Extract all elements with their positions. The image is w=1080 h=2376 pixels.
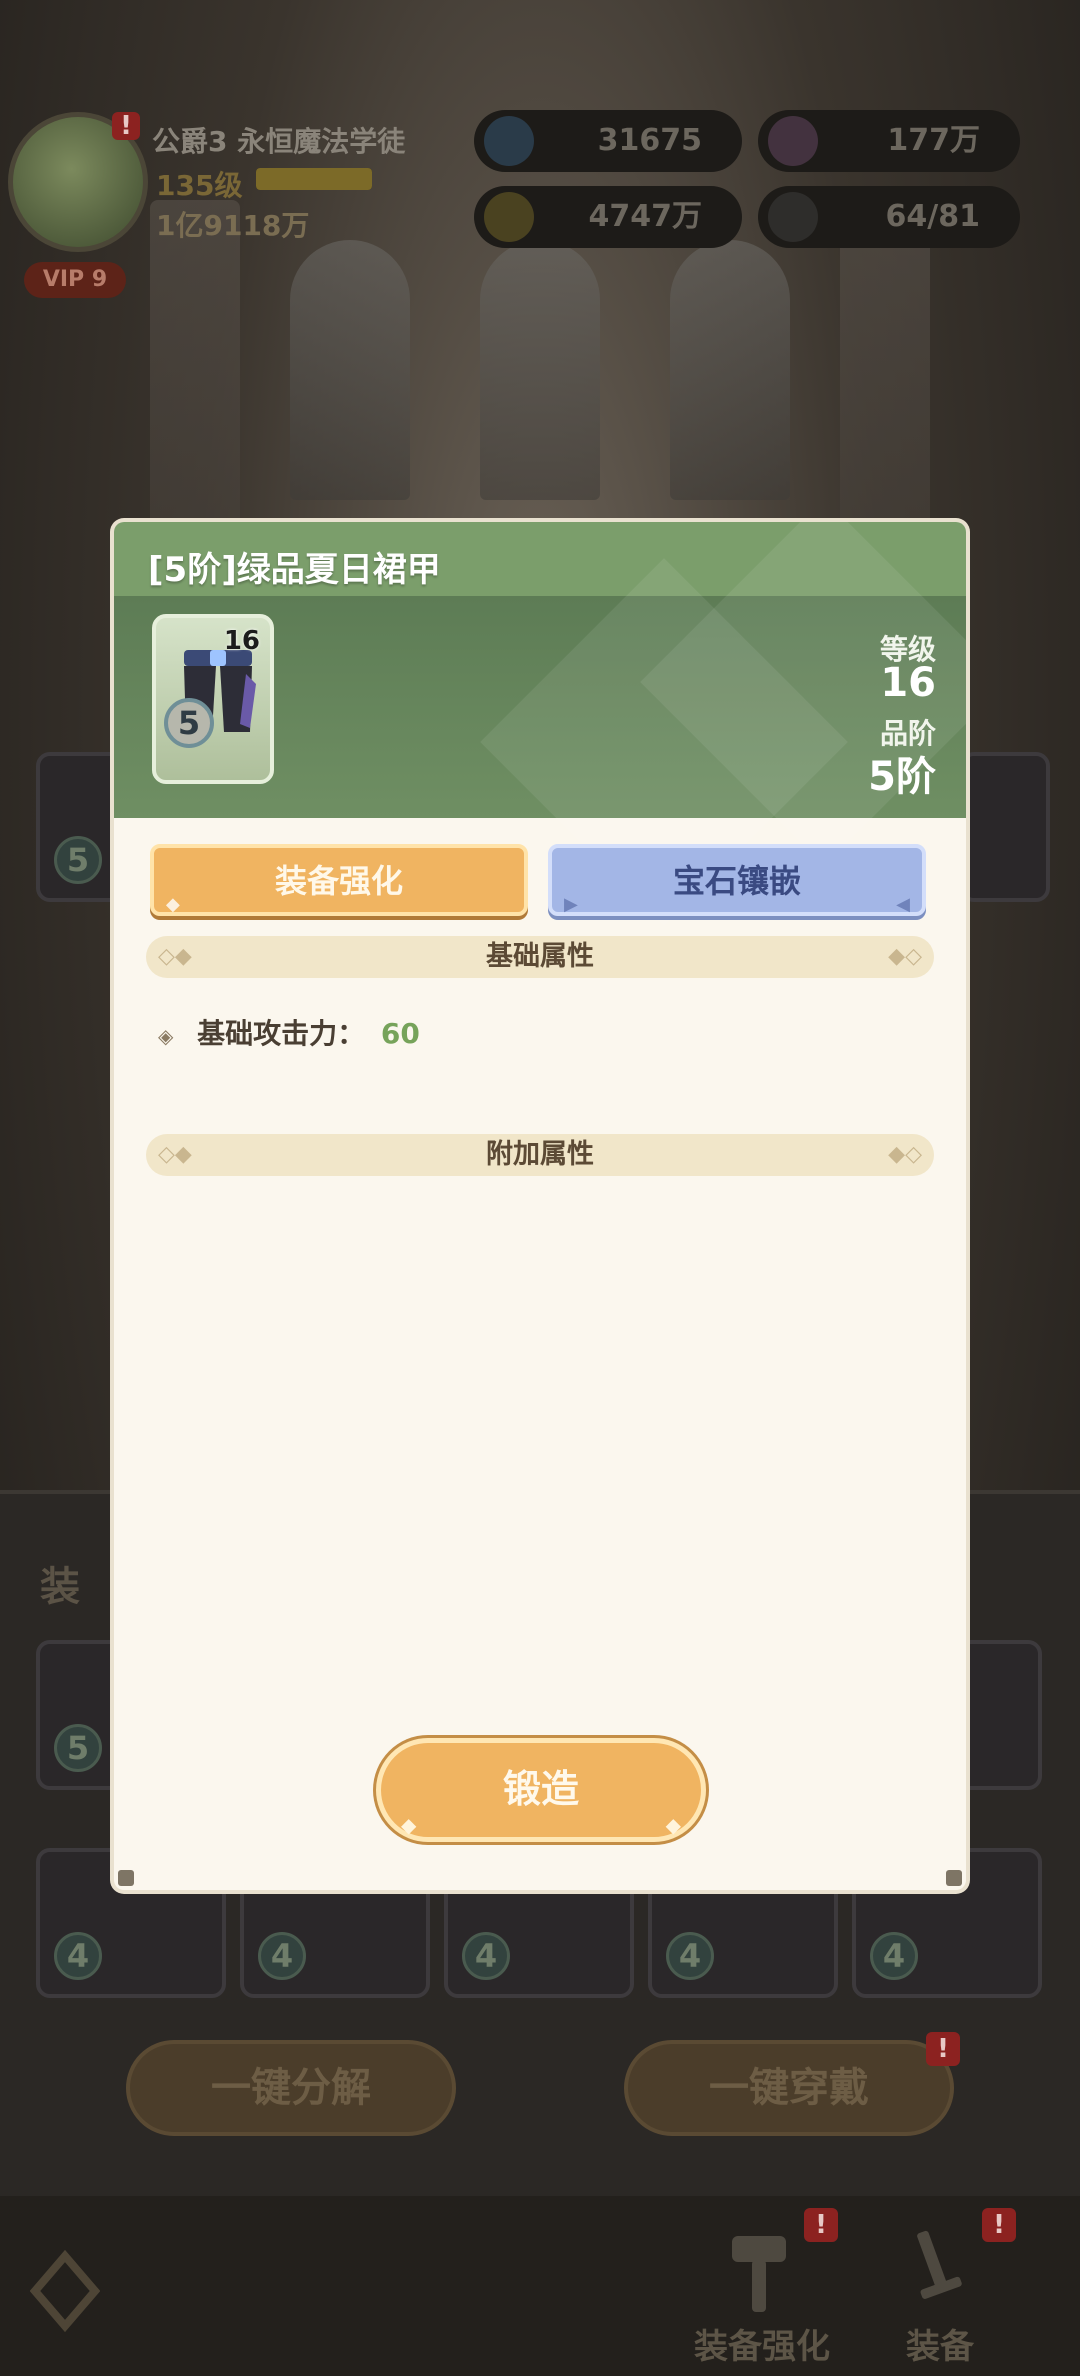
nav-enhance-label: 装备强化: [694, 2327, 830, 2367]
tab-enhance-label: 装备强化: [274, 862, 403, 900]
gem-resource: 177万: [758, 110, 1020, 172]
attribute-label: 基础攻击力：: [197, 1017, 366, 1050]
player-level: 135级: [156, 169, 243, 202]
level-value: 16: [880, 660, 936, 706]
tab-gem-inlay[interactable]: ▶ 宝石镶嵌 ◀: [548, 844, 926, 916]
star-icon: [484, 116, 534, 166]
members-resource: 64/81: [758, 186, 1020, 248]
bg-window: [290, 240, 410, 500]
equipment-detail-dialog: [5阶]绿品夏日裙甲 16 5 等级 16 品阶 5阶 ◆ 装备强化 ▶ 宝石镶…: [114, 522, 966, 1890]
corner-decoration: [946, 1870, 962, 1886]
members-icon: [768, 192, 818, 242]
bg-panel-title: 装: [40, 1564, 80, 1610]
section-base-attributes: ◇◆ 基础属性 ◆◇: [146, 936, 934, 978]
attribute-value: 60: [380, 1017, 420, 1050]
bg-window: [480, 240, 600, 500]
section-base-title: 基础属性: [486, 941, 594, 972]
arrow-decoration-icon: ▶: [564, 894, 578, 915]
exp-bar-fill: [256, 168, 372, 190]
slot-tier-badge: 4: [666, 1932, 714, 1980]
arrow-decoration-icon: ◀: [896, 894, 910, 915]
diamond-decoration-icon: ◆: [401, 1813, 417, 1837]
star-resource: 31675: [474, 110, 742, 172]
diamond-decoration-icon: ◇◆: [158, 944, 192, 969]
gold-resource: 4747万: [474, 186, 742, 248]
sword-icon: [917, 2230, 962, 2299]
slot-tier-badge: 4: [870, 1932, 918, 1980]
gold-amount: 4747万: [588, 199, 703, 234]
notification-badge: !: [804, 2208, 838, 2242]
gem-amount: 177万: [887, 123, 980, 158]
slot-tier-badge: 4: [54, 1932, 102, 1980]
forge-button-label: 锻造: [502, 1767, 579, 1811]
equip-all-button: 一键穿戴: [624, 2040, 954, 2136]
notification-badge: !: [982, 2208, 1016, 2242]
exp-bar: [256, 168, 372, 190]
bg-equip-slot: 5: [36, 752, 126, 902]
bullet-icon: ◈: [158, 1024, 174, 1048]
diamond-decoration-icon: ◇◆: [158, 1142, 192, 1167]
slot-tier-badge: 5: [54, 1724, 102, 1772]
slot-tier-badge: 5: [54, 836, 102, 884]
tab-equipment-enhance[interactable]: ◆ 装备强化: [150, 844, 528, 916]
bg-window: [670, 240, 790, 500]
item-slot[interactable]: 16 5: [152, 614, 274, 784]
combat-power: 1亿9118万: [156, 209, 310, 242]
item-level: 16: [223, 626, 260, 656]
diamond-nav-icon: [30, 2249, 100, 2333]
player-title: 公爵3 永恒魔法学徒: [152, 125, 406, 158]
attribute-row: ◈ 基础攻击力： 60: [158, 1012, 420, 1052]
slot-tier-badge: 4: [462, 1932, 510, 1980]
notification-badge: !: [112, 112, 140, 140]
diamond-decoration-icon: ◆: [665, 1813, 681, 1837]
corner-decoration: [118, 1870, 134, 1886]
slot-tier-badge: 4: [258, 1932, 306, 1980]
hammer-icon: [732, 2236, 786, 2312]
members-count: 64/81: [885, 199, 980, 234]
arrow-decoration-icon: ◆: [166, 894, 180, 915]
decompose-all-button: 一键分解: [126, 2040, 456, 2136]
gem-icon: [768, 116, 818, 166]
vip-badge: VIP 9: [24, 262, 126, 298]
star-amount: 31675: [597, 123, 702, 158]
item-tier-badge: 5: [164, 698, 214, 748]
dialog-header: [5阶]绿品夏日裙甲 16 5 等级 16 品阶 5阶: [114, 522, 966, 926]
bg-equip-slot: [960, 752, 1050, 902]
section-extra-attributes: ◇◆ 附加属性 ◆◇: [146, 1134, 934, 1176]
forge-button[interactable]: ◆ 锻造 ◆: [376, 1738, 706, 1842]
gold-coin-icon: [484, 192, 534, 242]
nav-equip-label: 装备: [906, 2327, 974, 2367]
notification-badge: !: [926, 2032, 960, 2066]
dialog-title: [5阶]绿品夏日裙甲: [148, 550, 441, 590]
tier-value: 5阶: [868, 754, 936, 800]
diamond-decoration-icon: ◆◇: [888, 944, 922, 969]
bottom-nav: ! 装备强化 ! 装备: [0, 2196, 1080, 2376]
diamond-decoration-icon: ◆◇: [888, 1142, 922, 1167]
section-extra-title: 附加属性: [486, 1139, 594, 1170]
tab-gem-label: 宝石镶嵌: [672, 862, 801, 900]
